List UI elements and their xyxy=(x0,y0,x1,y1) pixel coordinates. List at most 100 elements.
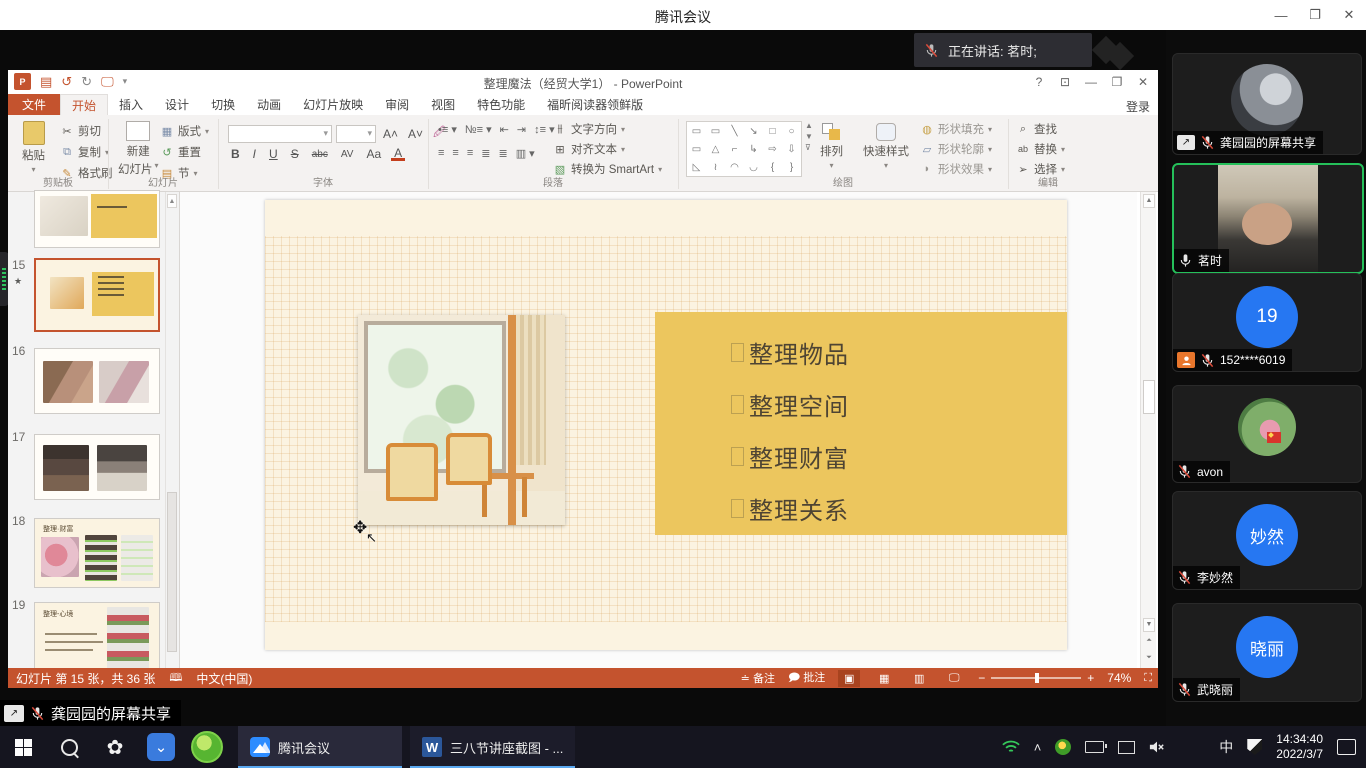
participant-tile[interactable]: 晓丽 武晓丽 xyxy=(1172,603,1362,702)
action-center-icon[interactable] xyxy=(1337,739,1356,755)
subscript-abc-icon[interactable]: abc xyxy=(309,149,331,160)
browser-app-icon[interactable] xyxy=(184,726,230,768)
zoom-level[interactable]: 74% xyxy=(1107,671,1131,685)
scrollbar-thumb[interactable] xyxy=(1143,380,1155,414)
clock[interactable]: 14:34:40 2022/3/7 xyxy=(1276,732,1323,762)
bullets-icon[interactable]: •≡ ▾ xyxy=(438,123,457,136)
grow-font-icon[interactable]: A˄ xyxy=(380,127,401,141)
participant-tile[interactable]: ↗ 龚园园的屏幕共享 xyxy=(1172,53,1362,155)
tab-home[interactable]: 开始 xyxy=(60,94,108,115)
volume-muted-icon[interactable] xyxy=(1149,740,1165,754)
ppt-minimize-button[interactable]: — xyxy=(1078,75,1104,89)
align-text-button[interactable]: ⊞对齐文本▾ xyxy=(553,141,662,157)
tab-file[interactable]: 文件 xyxy=(8,94,60,115)
line-spacing-icon[interactable]: ↕≡ ▾ xyxy=(534,123,555,136)
tab-review[interactable]: 审阅 xyxy=(374,94,420,115)
tab-special-features[interactable]: 特色功能 xyxy=(466,94,536,115)
restore-button[interactable]: ❐ xyxy=(1298,0,1332,30)
font-name-combobox[interactable]: ▾ xyxy=(228,125,332,143)
slide-text-box[interactable]: 整理物品 整理空间 整理财富 整理关系 xyxy=(655,312,1067,535)
thumbnail-slide-17[interactable] xyxy=(34,434,160,500)
paste-button[interactable]: 粘贴▾ xyxy=(22,121,45,174)
comments-icon[interactable]: 🗩 批注 xyxy=(788,669,825,688)
font-size-combobox[interactable]: ▾ xyxy=(336,125,376,143)
cut-button[interactable]: ✂剪切 xyxy=(60,123,113,139)
scroll-down-icon[interactable]: ▼ xyxy=(1143,618,1155,632)
thumbnail-slide-18[interactable]: 整理·财富 xyxy=(34,518,160,588)
decrease-indent-icon[interactable]: ⇤ xyxy=(500,123,509,136)
italic-button[interactable]: I xyxy=(250,147,259,161)
previous-slide-icon[interactable]: ⏶ xyxy=(1143,635,1155,649)
thumbnail-slide-15[interactable] xyxy=(34,258,160,332)
bold-button[interactable]: B xyxy=(228,147,243,161)
shrink-font-icon[interactable]: A˅ xyxy=(405,127,426,141)
slide-vertical-scrollbar[interactable]: ▲ ▼ ⏶ ⏷ xyxy=(1140,192,1156,668)
shapes-gallery[interactable]: ▭▭╲↘□○ ▭△⌐↳⇨⇩ ◺≀◠◡{} xyxy=(686,121,802,177)
tray-expand-icon[interactable]: ˄ xyxy=(1034,740,1042,755)
participant-tile[interactable]: avon xyxy=(1172,385,1362,483)
strikethrough-button[interactable]: S xyxy=(288,147,302,161)
search-icon[interactable] xyxy=(46,726,92,768)
shape-outline-button[interactable]: ▱形状轮廓▾ xyxy=(920,141,992,157)
slide-canvas[interactable]: 整理物品 整理空间 整理财富 整理关系 ✥ ↖ xyxy=(265,200,1067,650)
numbering-icon[interactable]: №≡ ▾ xyxy=(465,123,492,136)
next-slide-icon[interactable]: ⏷ xyxy=(1143,652,1155,666)
fit-to-window-icon[interactable]: ⛶ xyxy=(1144,672,1152,685)
normal-view-icon[interactable]: ▣ xyxy=(838,670,860,687)
arrange-button[interactable]: 排列▾ xyxy=(820,123,843,170)
align-left-icon[interactable]: ≡ xyxy=(438,147,444,160)
ime-indicator[interactable]: 中 xyxy=(1219,737,1233,757)
display-icon[interactable] xyxy=(1118,741,1135,754)
new-slide-button[interactable]: 新建 幻灯片▾ xyxy=(118,121,159,177)
pinwheel-app-icon[interactable]: ✿ xyxy=(92,726,138,768)
shapes-scroll[interactable]: ▲▼⊽ xyxy=(805,121,813,152)
reading-view-icon[interactable]: ▥ xyxy=(908,670,930,687)
battery-icon[interactable] xyxy=(1085,741,1104,753)
scroll-up-icon[interactable]: ▲ xyxy=(1143,194,1155,208)
taskbar-task-meeting[interactable]: 腾讯会议 xyxy=(238,726,402,768)
thumbnail-slide-19[interactable]: 整理-心境 xyxy=(34,602,160,674)
shape-fill-button[interactable]: ◍形状填充▾ xyxy=(920,121,992,137)
text-direction-button[interactable]: ⫵文字方向▾ xyxy=(553,121,662,137)
tab-slideshow[interactable]: 幻灯片放映 xyxy=(292,94,374,115)
align-right-icon[interactable]: ≡ xyxy=(467,147,473,160)
close-button[interactable]: ✕ xyxy=(1332,0,1366,30)
font-color-icon[interactable]: A xyxy=(391,148,405,161)
wifi-icon[interactable] xyxy=(1002,740,1020,754)
reset-button[interactable]: ↺重置 xyxy=(160,144,209,160)
ppt-help-icon[interactable]: ? xyxy=(1026,75,1052,89)
ppt-restore-button[interactable]: ❐ xyxy=(1104,75,1130,89)
quick-styles-button[interactable]: 快速样式▾ xyxy=(863,123,909,170)
columns-icon[interactable]: ▥ ▾ xyxy=(516,147,535,160)
thumbnail-scrollbar[interactable]: ▲ xyxy=(165,192,178,668)
layout-button[interactable]: ▦版式▾ xyxy=(160,123,209,139)
ppt-close-button[interactable]: ✕ xyxy=(1130,75,1156,89)
language-status[interactable]: 中文(中国) xyxy=(196,670,252,687)
tab-animations[interactable]: 动画 xyxy=(246,94,292,115)
change-case-icon[interactable]: Aa xyxy=(363,147,384,161)
thumbnail-slide-14[interactable] xyxy=(34,190,160,248)
underline-button[interactable]: U xyxy=(266,147,281,161)
tab-design[interactable]: 设计 xyxy=(154,94,200,115)
tab-foxit[interactable]: 福昕阅读器领鲜版 xyxy=(536,94,654,115)
slide-sorter-view-icon[interactable]: ▦ xyxy=(873,670,895,687)
thumbnail-slide-16[interactable] xyxy=(34,348,160,414)
notes-icon[interactable]: ≐ 备注 xyxy=(741,670,775,686)
slide-room-photo[interactable] xyxy=(358,315,565,525)
slideshow-view-icon[interactable]: 🖵 xyxy=(943,670,965,687)
thunder-app-icon[interactable]: ⌄ xyxy=(138,726,184,768)
security-shield-icon[interactable] xyxy=(1247,739,1262,755)
tab-view[interactable]: 视图 xyxy=(420,94,466,115)
distributed-icon[interactable]: ≣ xyxy=(498,147,507,160)
ribbon-display-options-icon[interactable]: ⊡ xyxy=(1052,75,1078,89)
find-button[interactable]: ⌕查找 xyxy=(1016,121,1065,137)
participant-tile[interactable]: 19 152****6019 xyxy=(1172,273,1362,372)
align-center-icon[interactable]: ≡ xyxy=(452,147,458,160)
tab-insert[interactable]: 插入 xyxy=(108,94,154,115)
taskbar-task-word[interactable]: W 三八节讲座截图 - ... xyxy=(410,726,575,768)
character-spacing-icon[interactable]: AV xyxy=(338,149,357,160)
replace-button[interactable]: ab替换▾ xyxy=(1016,141,1065,157)
participant-tile[interactable]: 妙然 李妙然 xyxy=(1172,491,1362,590)
zoom-slider[interactable]: −+ xyxy=(978,671,1094,685)
antivirus-tray-icon[interactable] xyxy=(1055,739,1071,755)
